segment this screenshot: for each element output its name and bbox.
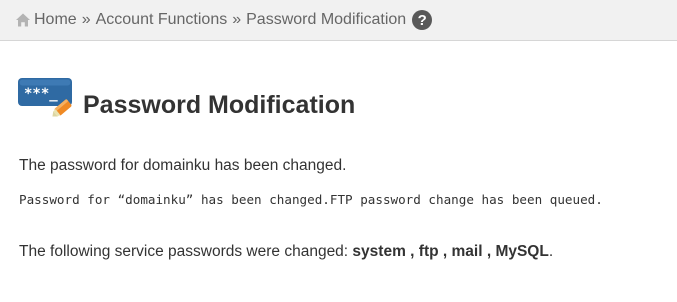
page-header: ***_ Password Modification [17, 76, 355, 122]
question-circle-icon[interactable]: ? [412, 10, 433, 30]
breadcrumb: Home » Account Functions » Password Modi… [0, 0, 677, 41]
changed-services-suffix: . [548, 243, 554, 260]
home-icon[interactable] [15, 12, 31, 28]
service-separator: , [482, 243, 496, 260]
service-name: MySQL [495, 243, 549, 260]
status-detail-message: Password for “domainku” has been changed… [19, 192, 603, 207]
service-name: ftp [418, 243, 439, 260]
service-separator: , [438, 243, 452, 260]
changed-services-prefix: The following service passwords were cha… [19, 243, 353, 260]
password-key-icon: ***_ [18, 78, 72, 117]
breadcrumb-separator: » [81, 11, 91, 28]
service-separator: , [405, 243, 419, 260]
breadcrumb-separator: » [232, 11, 242, 28]
password-stars-glyph: ***_ [24, 86, 58, 102]
breadcrumb-account-functions-link[interactable]: Account Functions [96, 11, 228, 29]
breadcrumb-home-link[interactable]: Home [34, 11, 77, 29]
status-message: The password for domainku has been chang… [19, 157, 347, 174]
changed-services-message: The following service passwords were cha… [19, 243, 553, 261]
page-title: Password Modification [83, 90, 356, 119]
service-name: system [352, 243, 406, 260]
breadcrumb-current: Password Modification [246, 11, 407, 28]
service-name: mail [451, 243, 483, 260]
